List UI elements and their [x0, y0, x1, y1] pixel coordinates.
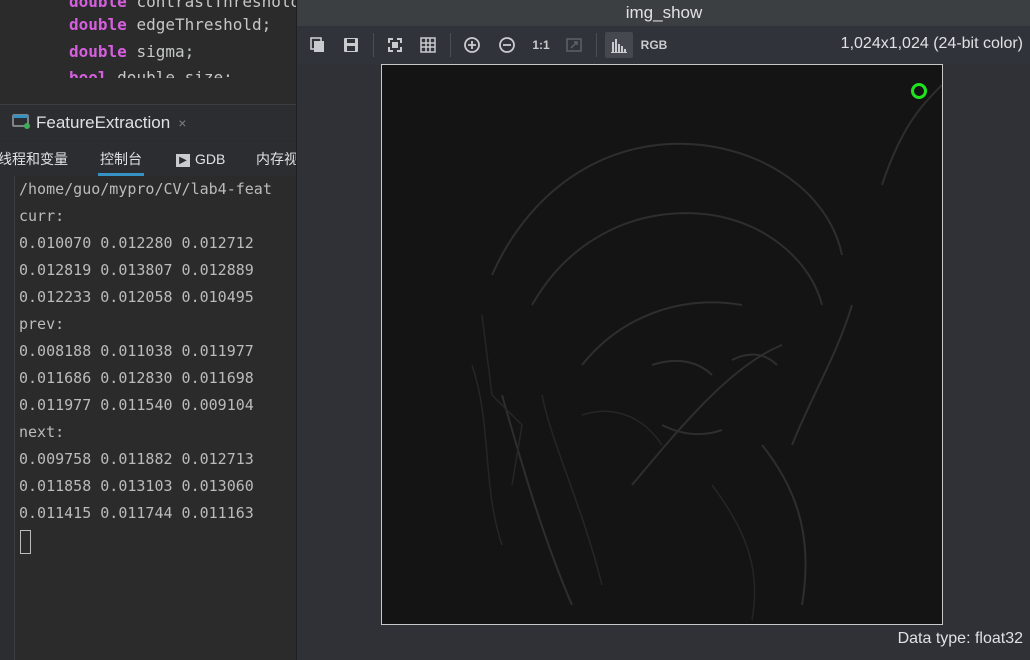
console-output[interactable]: /home/guo/mypro/CV/lab4-feat curr: 0.010…	[15, 176, 300, 660]
console-line: prev:	[19, 315, 65, 333]
tab-threads-variables[interactable]: 线程和变量	[0, 142, 68, 174]
image-canvas-area[interactable]	[297, 64, 1030, 625]
status-bar: Data type: float32	[297, 624, 1030, 660]
code-line: bool double_size;	[69, 68, 233, 78]
image-info: 1,024x1,024 (24-bit color)	[840, 35, 1023, 52]
tab-gdb[interactable]: ▶ GDB	[176, 142, 225, 174]
text-cursor	[20, 530, 31, 554]
image-window: img_show 1:1 RGB 1,024x1,024 (24-bit col…	[296, 0, 1030, 660]
edge-image	[382, 65, 942, 624]
code-line: double sigma;	[69, 42, 195, 61]
console-line: 0.012233 0.012058 0.010495	[19, 288, 254, 306]
grid-icon[interactable]	[417, 34, 439, 56]
debug-subtabs: 线程和变量 控制台 ▶ GDB 内存视图	[0, 142, 312, 176]
gdb-icon: ▶	[176, 153, 190, 167]
console-line: curr:	[19, 207, 65, 225]
code-line: double edgeThreshold;	[69, 15, 272, 34]
console-gutter	[0, 176, 15, 660]
console-line: 0.011686 0.012830 0.011698	[19, 369, 254, 387]
zoom-in-icon[interactable]	[461, 34, 483, 56]
fit-icon[interactable]	[384, 34, 406, 56]
console-line: 0.010070 0.012280 0.012712	[19, 234, 254, 252]
console-line: 0.011858 0.013103 0.013060	[19, 477, 254, 495]
console-line: next:	[19, 423, 65, 441]
one-to-one-button[interactable]: 1:1	[529, 34, 553, 56]
run-tab-label: FeatureExtraction	[36, 113, 171, 132]
rgb-button[interactable]: RGB	[640, 34, 668, 56]
close-icon[interactable]: ×	[178, 115, 186, 131]
save-icon[interactable]	[340, 34, 362, 56]
run-tool-header: FeatureExtraction ×	[0, 104, 300, 141]
window-title: img_show	[625, 3, 703, 22]
image-toolbar: 1:1 RGB 1,024x1,024 (24-bit color)	[297, 26, 1030, 64]
console-line: 0.008188 0.011038 0.011977	[19, 342, 254, 360]
expand-icon[interactable]	[563, 34, 585, 56]
code-editor[interactable]: double contrastThreshold; double edgeThr…	[0, 0, 300, 78]
ide-panel: double contrastThreshold; double edgeThr…	[0, 0, 312, 660]
tab-console[interactable]: 控制台	[98, 142, 144, 176]
console-line: /home/guo/mypro/CV/lab4-feat	[19, 180, 272, 198]
console-line: 0.011415 0.011744 0.011163	[19, 504, 254, 522]
console-line: 0.011977 0.011540 0.009104	[19, 396, 254, 414]
histogram-icon[interactable]	[605, 32, 633, 58]
run-tab[interactable]: FeatureExtraction ×	[0, 105, 186, 141]
console-line: 0.012819 0.013807 0.012889	[19, 261, 254, 279]
image-view[interactable]	[381, 64, 943, 625]
console-icon	[12, 113, 30, 134]
title-bar[interactable]: img_show	[297, 0, 1030, 26]
marker-circle	[911, 83, 927, 99]
console-line: 0.009758 0.011882 0.012713	[19, 450, 254, 468]
code-line: double contrastThreshold;	[69, 0, 300, 11]
data-type-label: Data type: float32	[897, 630, 1023, 647]
copy-icon[interactable]	[307, 34, 329, 56]
zoom-out-icon[interactable]	[496, 34, 518, 56]
tab-gdb-label: GDB	[195, 151, 226, 167]
